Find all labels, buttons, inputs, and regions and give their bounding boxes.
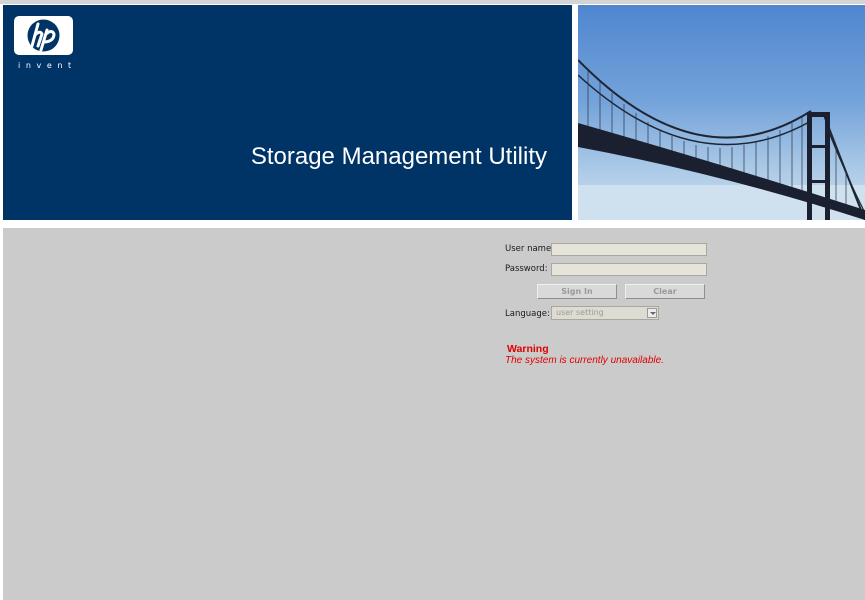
sign-in-button[interactable]: Sign In (537, 284, 617, 299)
username-input[interactable] (551, 243, 707, 256)
logo-tagline: invent (18, 61, 77, 70)
window-top-strip (0, 0, 865, 4)
password-input[interactable] (551, 263, 707, 276)
language-select[interactable]: user setting (551, 306, 659, 320)
app-title: Storage Management Utility (250, 143, 547, 170)
warning-message: The system is currently unavailable. (505, 355, 664, 366)
warning-title: Warning (507, 343, 549, 355)
username-label: User name: (505, 244, 555, 254)
language-label: Language: (505, 309, 550, 319)
hp-logo-icon (14, 16, 73, 55)
password-label: Password: (505, 264, 548, 274)
clear-button[interactable]: Clear (625, 284, 705, 299)
login-panel: User name: Password: Sign In Clear Langu… (3, 228, 865, 600)
language-selected-value: user setting (556, 308, 604, 317)
chevron-down-icon[interactable] (647, 308, 657, 318)
bridge-photo (578, 5, 865, 220)
header-divider (3, 220, 865, 228)
header-banner: invent Storage Management Utility (3, 5, 572, 220)
